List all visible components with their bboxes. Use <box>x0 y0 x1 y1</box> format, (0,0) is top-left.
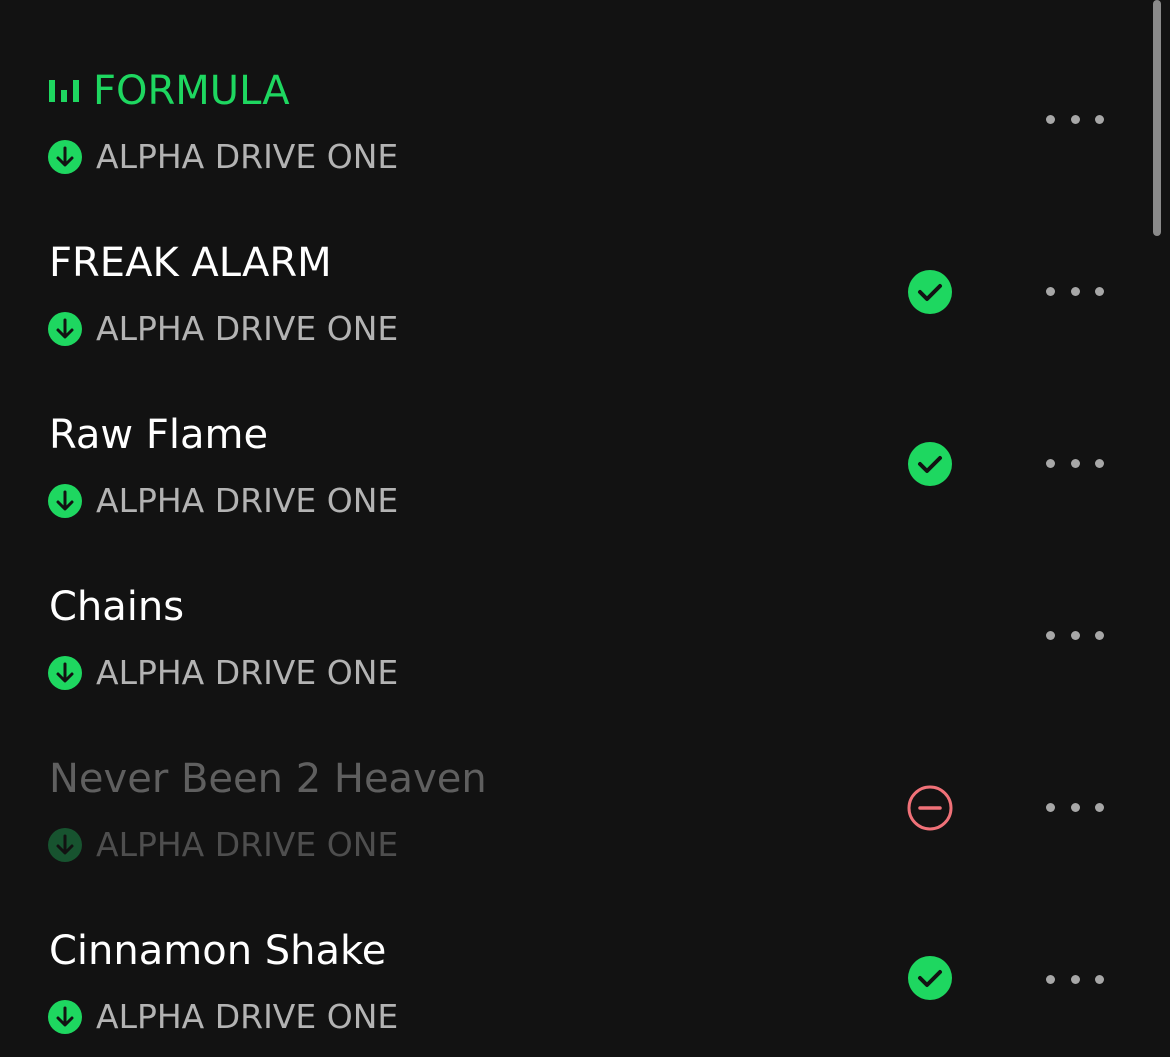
artist-line: ALPHA DRIVE ONE <box>48 825 398 865</box>
artist-name[interactable]: ALPHA DRIVE ONE <box>96 137 398 177</box>
artist-name[interactable]: ALPHA DRIVE ONE <box>96 825 398 865</box>
artist-name[interactable]: ALPHA DRIVE ONE <box>96 481 398 521</box>
added-check-icon[interactable] <box>907 441 953 487</box>
more-options-button[interactable] <box>1040 622 1110 648</box>
more-options-button[interactable] <box>1040 278 1110 304</box>
track-title: Never Been 2 Heaven <box>49 756 487 802</box>
artist-line: ALPHA DRIVE ONE <box>48 309 398 349</box>
unavailable-icon <box>907 785 953 831</box>
artist-name[interactable]: ALPHA DRIVE ONE <box>96 997 398 1037</box>
track-title: Raw Flame <box>49 412 269 458</box>
artist-line: ALPHA DRIVE ONE <box>48 481 398 521</box>
more-options-button[interactable] <box>1040 966 1110 992</box>
track-row[interactable]: Chains ALPHA DRIVE ONE <box>0 516 1150 692</box>
scrollbar-thumb[interactable] <box>1153 0 1161 236</box>
track-row[interactable]: Never Been 2 Heaven ALPHA DRIVE ONE <box>0 688 1150 864</box>
track-title: Cinnamon Shake <box>49 928 387 974</box>
artist-line: ALPHA DRIVE ONE <box>48 997 398 1037</box>
added-check-icon[interactable] <box>907 955 953 1001</box>
more-options-button[interactable] <box>1040 794 1110 820</box>
download-arrow-icon <box>48 1000 82 1034</box>
download-arrow-icon <box>48 484 82 518</box>
track-title-wrapper: FORMULA <box>49 68 290 114</box>
track-list: FORMULA ALPHA DRIVE ONE FREAK ALARM ALPH… <box>0 0 1170 1057</box>
artist-line: ALPHA DRIVE ONE <box>48 137 398 177</box>
added-check-icon[interactable] <box>907 269 953 315</box>
track-row[interactable]: FORMULA ALPHA DRIVE ONE <box>0 0 1150 176</box>
artist-line: ALPHA DRIVE ONE <box>48 653 398 693</box>
download-arrow-icon <box>48 656 82 690</box>
download-arrow-icon <box>48 312 82 346</box>
download-arrow-icon <box>48 828 82 862</box>
track-title: FREAK ALARM <box>49 240 332 286</box>
download-arrow-icon <box>48 140 82 174</box>
track-row[interactable]: Raw Flame ALPHA DRIVE ONE <box>0 344 1150 520</box>
more-options-button[interactable] <box>1040 450 1110 476</box>
equalizer-icon <box>49 80 79 102</box>
more-options-button[interactable] <box>1040 106 1110 132</box>
artist-name[interactable]: ALPHA DRIVE ONE <box>96 653 398 693</box>
track-title: FORMULA <box>93 68 290 114</box>
artist-name[interactable]: ALPHA DRIVE ONE <box>96 309 398 349</box>
track-row[interactable]: FREAK ALARM ALPHA DRIVE ONE <box>0 172 1150 348</box>
track-row[interactable]: Cinnamon Shake ALPHA DRIVE ONE <box>0 860 1150 1036</box>
track-title: Chains <box>49 584 185 630</box>
